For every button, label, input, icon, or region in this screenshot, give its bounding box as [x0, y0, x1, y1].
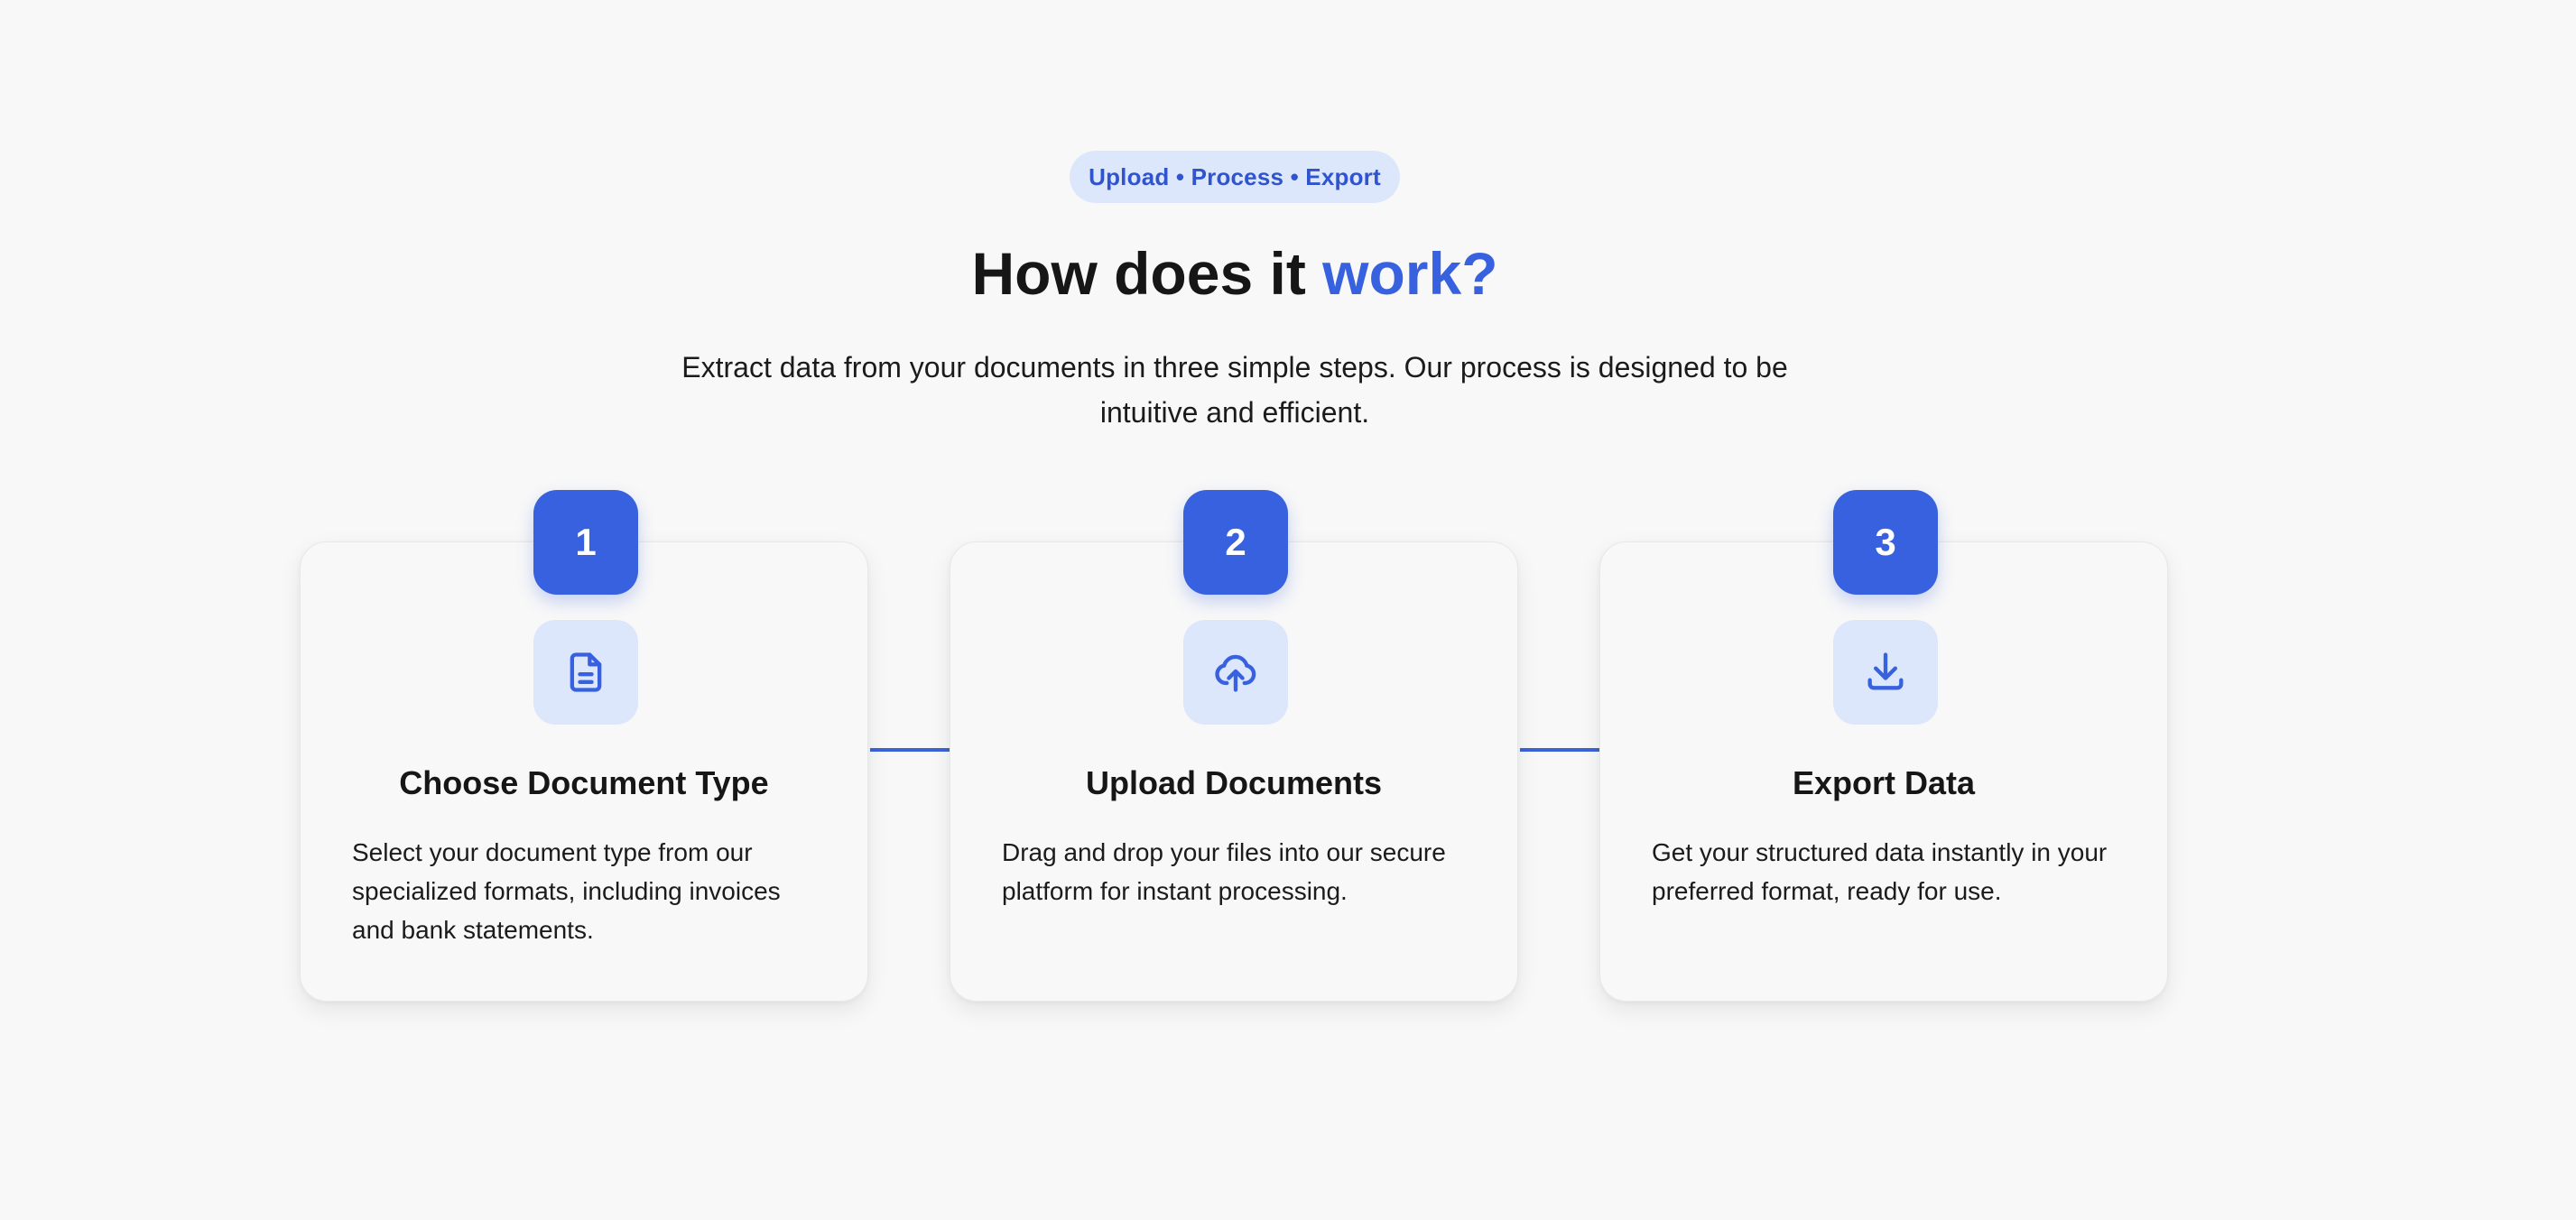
step-description: Get your structured data instantly in yo… [1652, 838, 2108, 905]
step-description: Select your document type from our speci… [352, 838, 781, 944]
step-number-badge: 3 [1833, 490, 1938, 595]
step-title: Export Data [1792, 764, 1976, 801]
page-title: How does it work? [0, 236, 2469, 310]
step-icon-tile [1183, 620, 1288, 725]
step-card-1: 1 Choose Document Type Select your docum… [300, 490, 868, 1002]
page-subtitle: Extract data from your documents in thre… [681, 351, 1788, 429]
step-description: Drag and drop your files into our secure… [1002, 838, 1446, 905]
step-number-badge: 1 [533, 490, 638, 595]
step-icon-tile [533, 620, 638, 725]
title-main: How does it [971, 240, 1323, 307]
connector-line-1-2 [870, 748, 950, 752]
document-icon [570, 652, 602, 692]
step-card-3: 3 Export Data Get your structured data i… [1599, 490, 2168, 1002]
step-icon-tile [1833, 620, 1938, 725]
step-card-2: 2 Upload Documents Drag and drop your fi… [950, 490, 1518, 1002]
step-title: Choose Document Type [399, 764, 769, 801]
connector-line-2-3 [1520, 748, 1599, 752]
download-icon [1867, 652, 1904, 690]
step-number-badge: 2 [1183, 490, 1288, 595]
cloud-upload-icon [1215, 654, 1256, 692]
step-title: Upload Documents [1085, 764, 1383, 801]
title-accent: work? [1322, 240, 1498, 307]
steps-badge: Upload • Process • Export [1070, 151, 1400, 203]
